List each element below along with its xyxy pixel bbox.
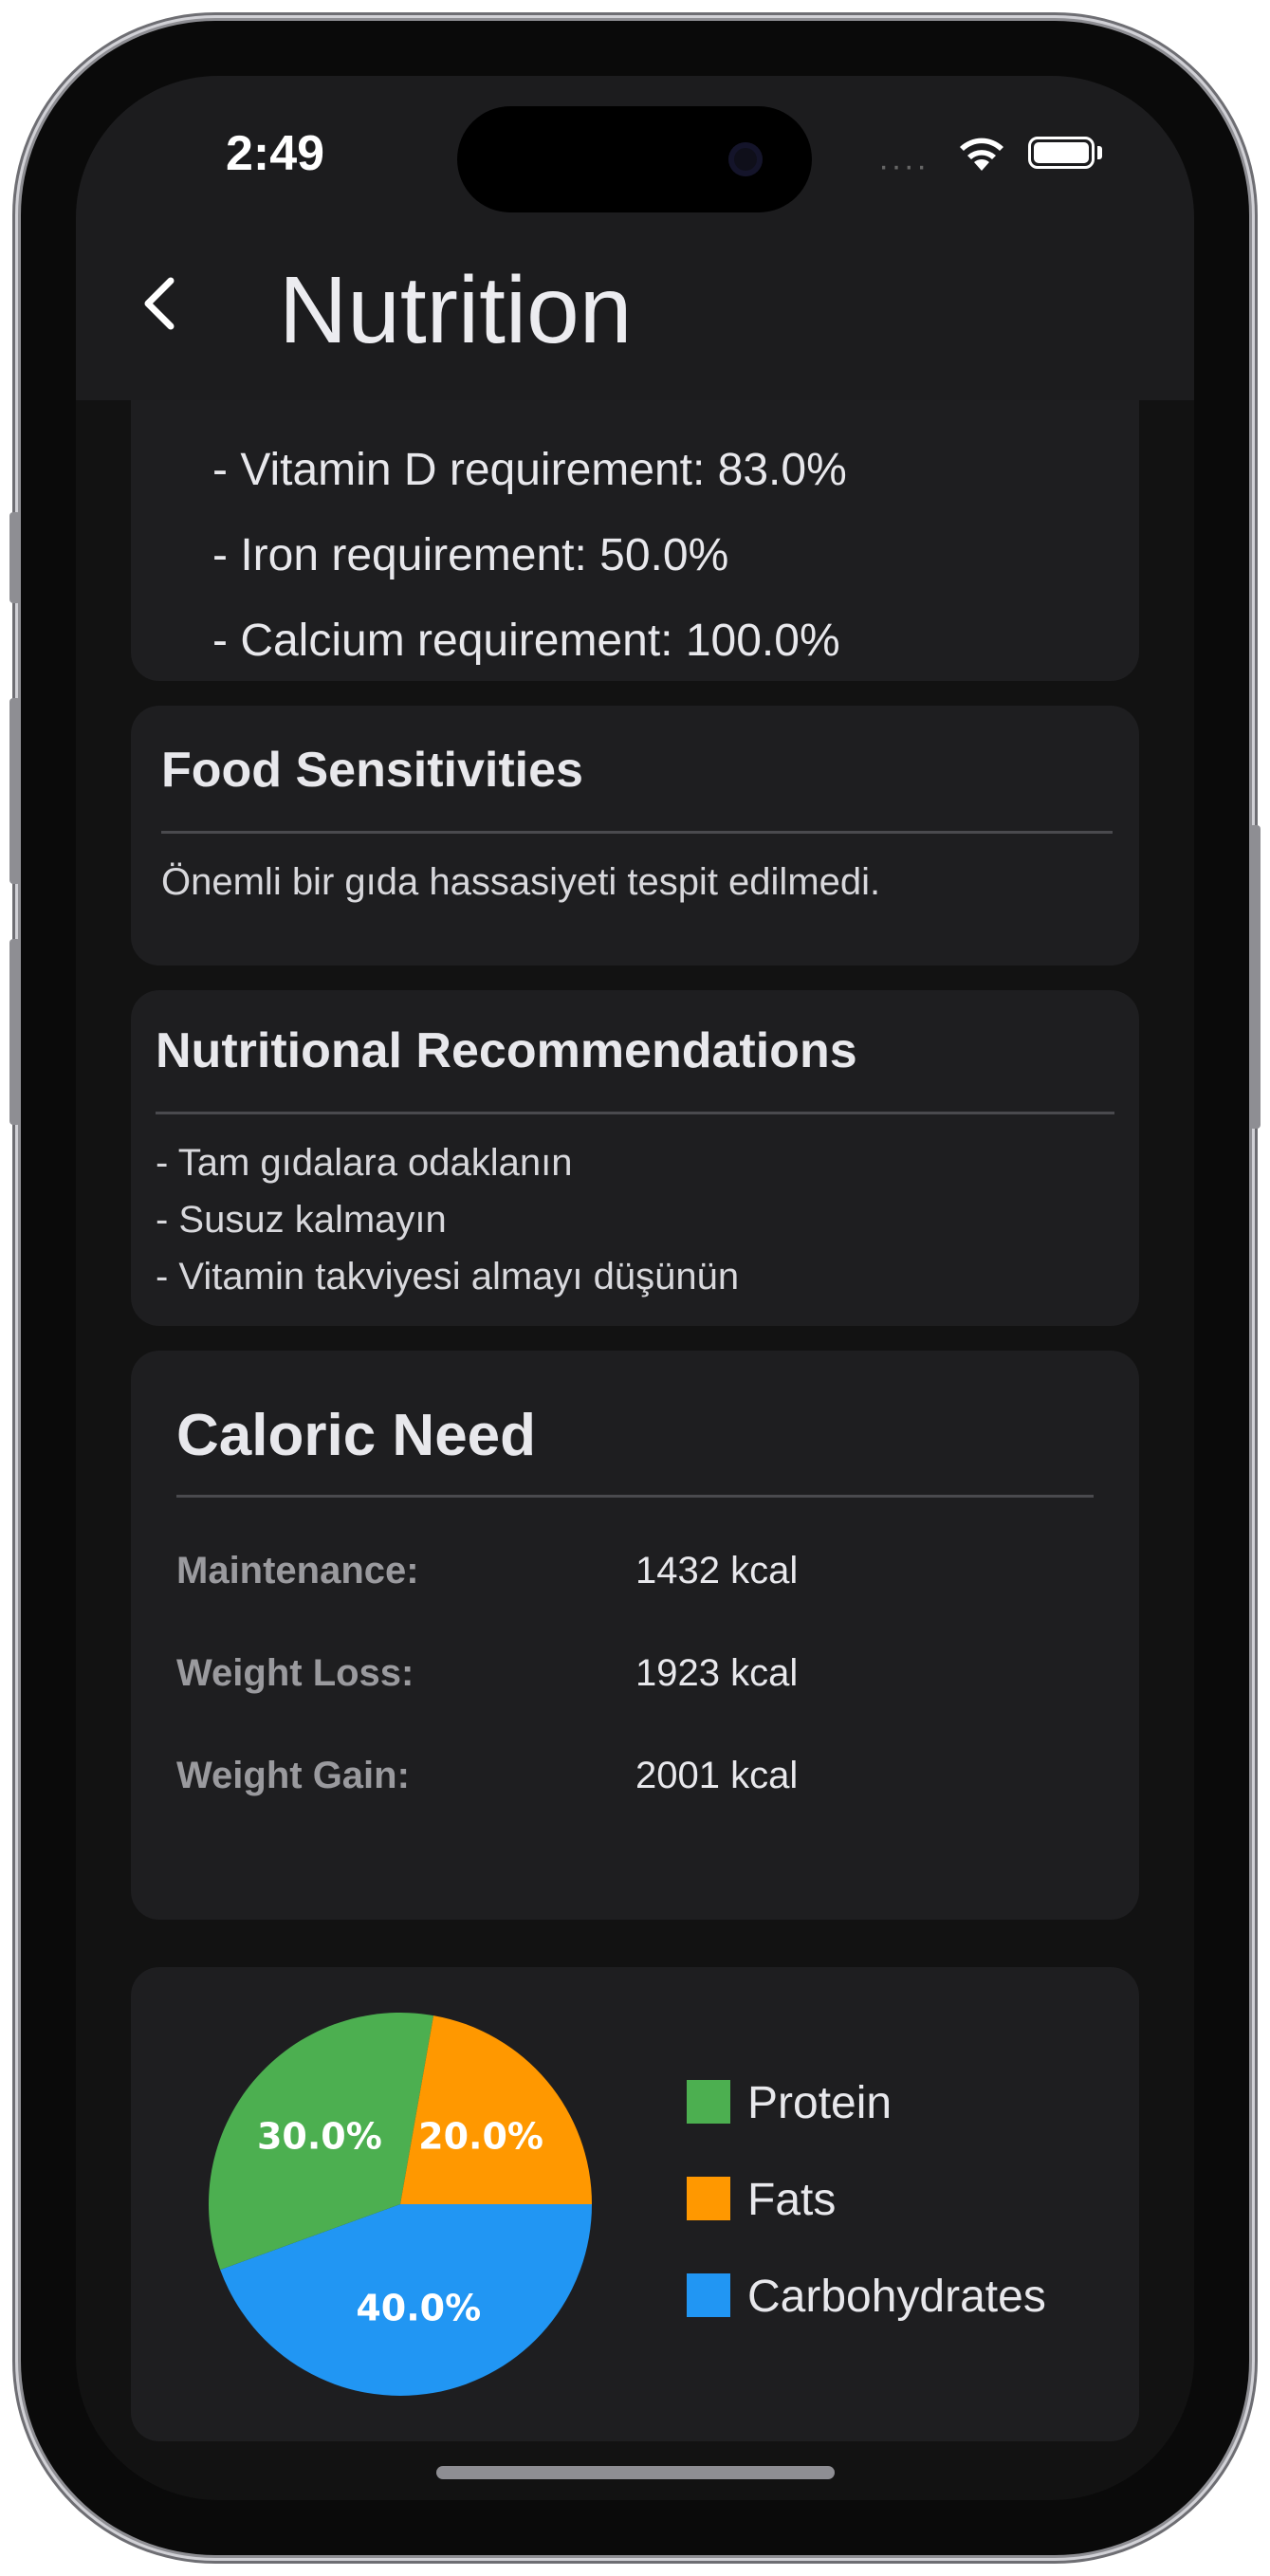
- food-sensitivities-text: Önemli bir gıda hassasiyeti tespit edilm…: [161, 861, 881, 903]
- pie-slice-fats: [400, 2015, 592, 2204]
- wifi-icon: [960, 138, 1003, 171]
- cellular-signal-icon: ····: [878, 148, 929, 184]
- weight-gain-value: 2001 kcal: [635, 1755, 799, 1796]
- food-sensitivities-title: Food Sensitivities: [161, 743, 583, 798]
- legend-label-protein: Protein: [747, 2078, 893, 2128]
- caloric-need-card: Caloric Need Maintenance: 1432 kcal Weig…: [131, 1351, 1139, 1920]
- pie-label-carbohydrates: 40.0%: [356, 2287, 481, 2328]
- volume-up-button: [9, 698, 21, 884]
- battery-tip: [1097, 146, 1102, 159]
- volume-down-button: [9, 939, 21, 1125]
- recommendations-title: Nutritional Recommendations: [156, 1023, 857, 1078]
- legend-swatch-protein: [687, 2080, 730, 2124]
- requirement-calcium: - Calcium requirement: 100.0%: [212, 616, 840, 666]
- screen: 2:49 ···· Nutrition - Vitamin D requirem…: [76, 76, 1194, 2500]
- home-indicator[interactable]: [436, 2466, 835, 2479]
- chevron-left-icon[interactable]: [133, 275, 190, 332]
- legend-swatch-carbohydrates: [687, 2273, 730, 2317]
- requirement-iron: - Iron requirement: 50.0%: [212, 530, 729, 580]
- status-bar: 2:49 ····: [76, 76, 1194, 218]
- caloric-need-title: Caloric Need: [176, 1403, 537, 1468]
- power-button: [1249, 825, 1261, 1129]
- maintenance-value: 1432 kcal: [635, 1550, 799, 1592]
- divider: [161, 831, 1113, 834]
- status-time: 2:49: [226, 126, 325, 181]
- pie-label-fats: 20.0%: [418, 2116, 543, 2158]
- macronutrient-pie-chart: 40.0% 30.0% 20.0%: [209, 2013, 592, 2396]
- weight-loss-value: 1923 kcal: [635, 1652, 799, 1694]
- legend-swatch-fats: [687, 2177, 730, 2220]
- maintenance-label: Maintenance:: [176, 1550, 419, 1592]
- recommendation-item: - Tam gıdalara odaklanın: [156, 1142, 573, 1184]
- weight-loss-label: Weight Loss:: [176, 1652, 414, 1694]
- action-button: [9, 512, 21, 603]
- recommendations-card: Nutritional Recommendations - Tam gıdala…: [131, 990, 1139, 1326]
- food-sensitivities-card: Food Sensitivities Önemli bir gıda hassa…: [131, 706, 1139, 966]
- weight-gain-label: Weight Gain:: [176, 1755, 410, 1796]
- legend-label-carbohydrates: Carbohydrates: [747, 2272, 1046, 2322]
- pie-label-protein: 30.0%: [257, 2116, 382, 2158]
- requirement-vitamin-d: - Vitamin D requirement: 83.0%: [212, 445, 847, 495]
- battery-icon: [1028, 137, 1095, 169]
- macronutrient-chart-card: 40.0% 30.0% 20.0% Protein Fats Carbohydrat…: [131, 1967, 1139, 2441]
- legend-label-fats: Fats: [747, 2175, 837, 2225]
- recommendation-item: - Susuz kalmayın: [156, 1199, 447, 1241]
- camera-icon: [728, 142, 763, 176]
- recommendation-item: - Vitamin takviyesi almayı düşünün: [156, 1256, 740, 1297]
- divider: [156, 1112, 1114, 1114]
- page-title: Nutrition: [279, 257, 633, 363]
- divider: [176, 1495, 1094, 1498]
